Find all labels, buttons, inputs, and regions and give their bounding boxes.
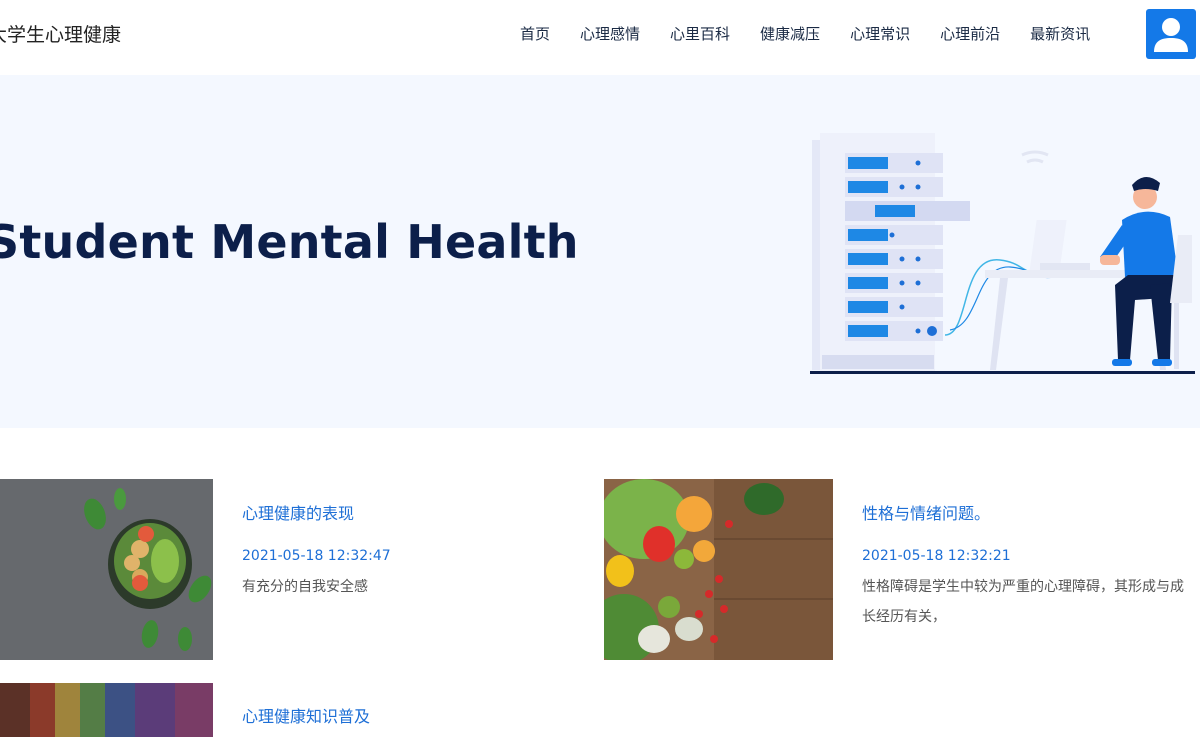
nav-item-latest-news[interactable]: 最新资讯: [1015, 22, 1105, 46]
article-title[interactable]: 性格与情绪问题。: [862, 500, 990, 524]
article-thumbnail[interactable]: [604, 479, 833, 660]
article-summary: 有充分的自我安全感: [242, 579, 368, 595]
server-workstation-illustration: [810, 133, 1195, 374]
user-avatar-button[interactable]: [1146, 9, 1196, 59]
nav-item-encyclopedia[interactable]: 心里百科: [655, 22, 745, 46]
nav-item-common-sense[interactable]: 心理常识: [835, 22, 925, 46]
hero-banner: Student Mental Health: [0, 75, 1200, 428]
article-thumbnail[interactable]: [0, 479, 213, 660]
nav-item-stress-relief[interactable]: 健康减压: [745, 22, 835, 46]
user-icon: [1154, 18, 1188, 52]
article-thumbnail[interactable]: [0, 683, 213, 737]
nav-item-home[interactable]: 首页: [505, 22, 565, 46]
article-date: 2021-05-18 12:32:21: [862, 548, 1011, 564]
article-title[interactable]: 心理健康知识普及: [242, 703, 370, 727]
salad-bowl-image: [0, 479, 213, 660]
colorful-blur-image: [0, 683, 213, 737]
article-summary: 性格障碍是学生中较为严重的心理障碍，其形成与成长经历有关，: [862, 579, 1184, 625]
article-title[interactable]: 心理健康的表现: [242, 500, 354, 524]
article-date: 2021-05-18 12:32:47: [242, 548, 391, 564]
site-title[interactable]: 大学生心理健康: [0, 20, 121, 47]
nav-item-frontier[interactable]: 心理前沿: [925, 22, 1015, 46]
vegetables-image: [604, 479, 833, 660]
hero-title: Student Mental Health: [0, 215, 579, 269]
main-nav: 首页 心理感情 心里百科 健康减压 心理常识 心理前沿 最新资讯: [505, 22, 1105, 46]
nav-item-emotion[interactable]: 心理感情: [565, 22, 655, 46]
header: 大学生心理健康 首页 心理感情 心里百科 健康减压 心理常识 心理前沿 最新资讯: [0, 0, 1200, 75]
